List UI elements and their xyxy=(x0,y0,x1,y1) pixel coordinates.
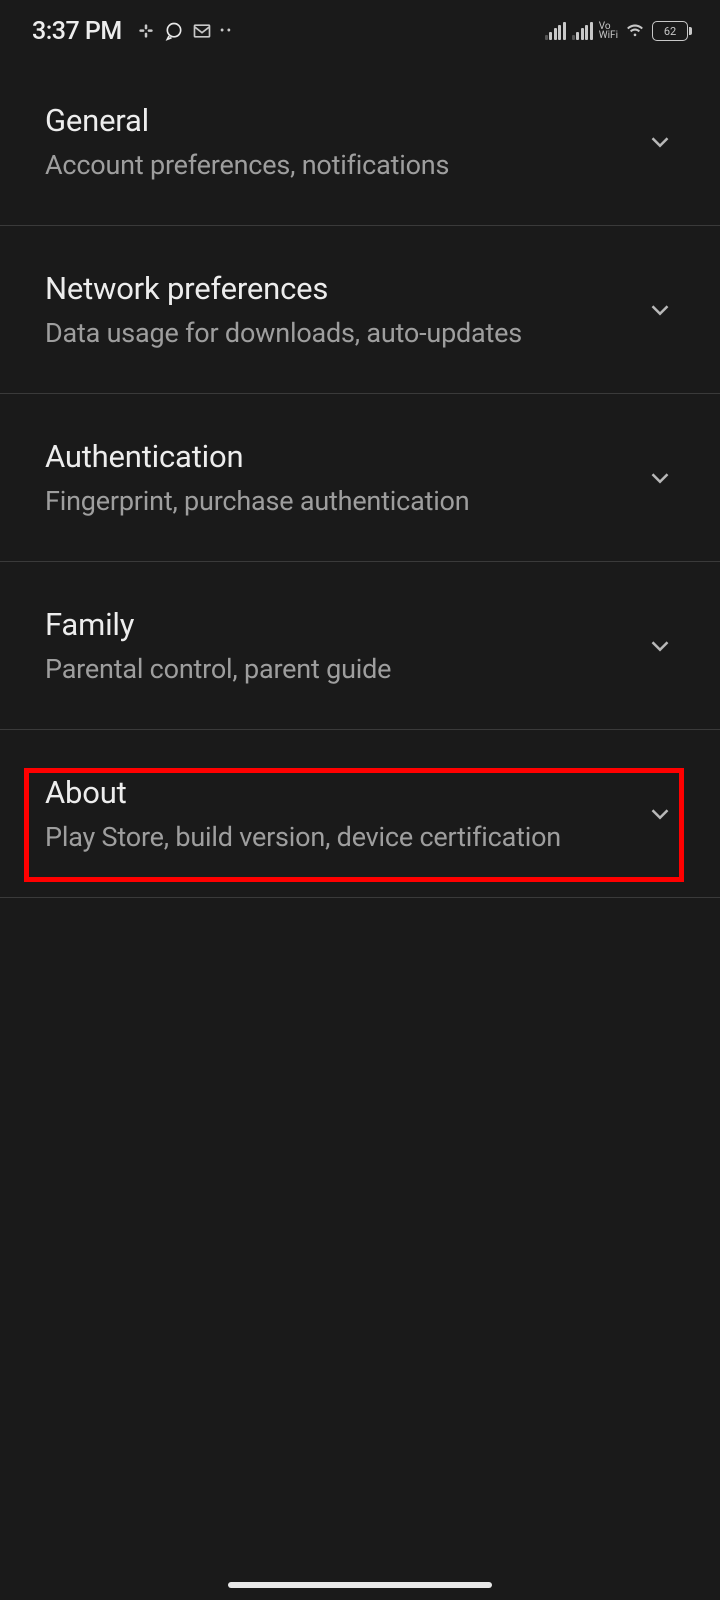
status-left: 3:37 PM •• xyxy=(32,17,233,46)
slack-icon xyxy=(136,21,156,41)
chevron-down-icon xyxy=(645,631,675,661)
chevron-down-icon xyxy=(645,799,675,829)
settings-item-text: General Account preferences, notificatio… xyxy=(45,102,625,181)
status-notification-icons: •• xyxy=(136,21,233,41)
battery-icon: 62 xyxy=(652,21,692,41)
settings-item-text: About Play Store, build version, device … xyxy=(45,774,625,853)
settings-item-general[interactable]: General Account preferences, notificatio… xyxy=(0,58,720,226)
signal-icon-2 xyxy=(572,22,593,40)
settings-list: General Account preferences, notificatio… xyxy=(0,58,720,898)
status-time: 3:37 PM xyxy=(32,17,122,46)
settings-title: Family xyxy=(45,606,625,643)
settings-title: General xyxy=(45,102,625,139)
settings-item-about[interactable]: About Play Store, build version, device … xyxy=(0,730,720,898)
settings-item-network[interactable]: Network preferences Data usage for downl… xyxy=(0,226,720,394)
vowifi-icon: VoWiFi xyxy=(599,22,618,40)
settings-title: Network preferences xyxy=(45,270,625,307)
settings-item-text: Authentication Fingerprint, purchase aut… xyxy=(45,438,625,517)
settings-item-authentication[interactable]: Authentication Fingerprint, purchase aut… xyxy=(0,394,720,562)
status-bar: 3:37 PM •• VoWi xyxy=(0,0,720,58)
chevron-down-icon xyxy=(645,127,675,157)
wifi-icon xyxy=(624,20,646,42)
settings-subtitle: Data usage for downloads, auto-updates xyxy=(45,317,625,349)
settings-subtitle: Fingerprint, purchase authentication xyxy=(45,485,625,517)
settings-item-family[interactable]: Family Parental control, parent guide xyxy=(0,562,720,730)
settings-title: About xyxy=(45,774,625,811)
battery-level: 62 xyxy=(652,21,688,41)
chevron-down-icon xyxy=(645,295,675,325)
settings-subtitle: Play Store, build version, device certif… xyxy=(45,821,625,853)
settings-title: Authentication xyxy=(45,438,625,475)
gmail-icon xyxy=(192,21,212,41)
settings-subtitle: Parental control, parent guide xyxy=(45,653,625,685)
settings-subtitle: Account preferences, notifications xyxy=(45,149,625,181)
home-indicator[interactable] xyxy=(228,1582,492,1588)
whatsapp-icon xyxy=(164,21,184,41)
settings-item-text: Family Parental control, parent guide xyxy=(45,606,625,685)
more-notifications-icon: •• xyxy=(220,23,233,39)
status-right: VoWiFi 62 xyxy=(545,20,692,42)
signal-icon-1 xyxy=(545,22,566,40)
settings-item-text: Network preferences Data usage for downl… xyxy=(45,270,625,349)
chevron-down-icon xyxy=(645,463,675,493)
